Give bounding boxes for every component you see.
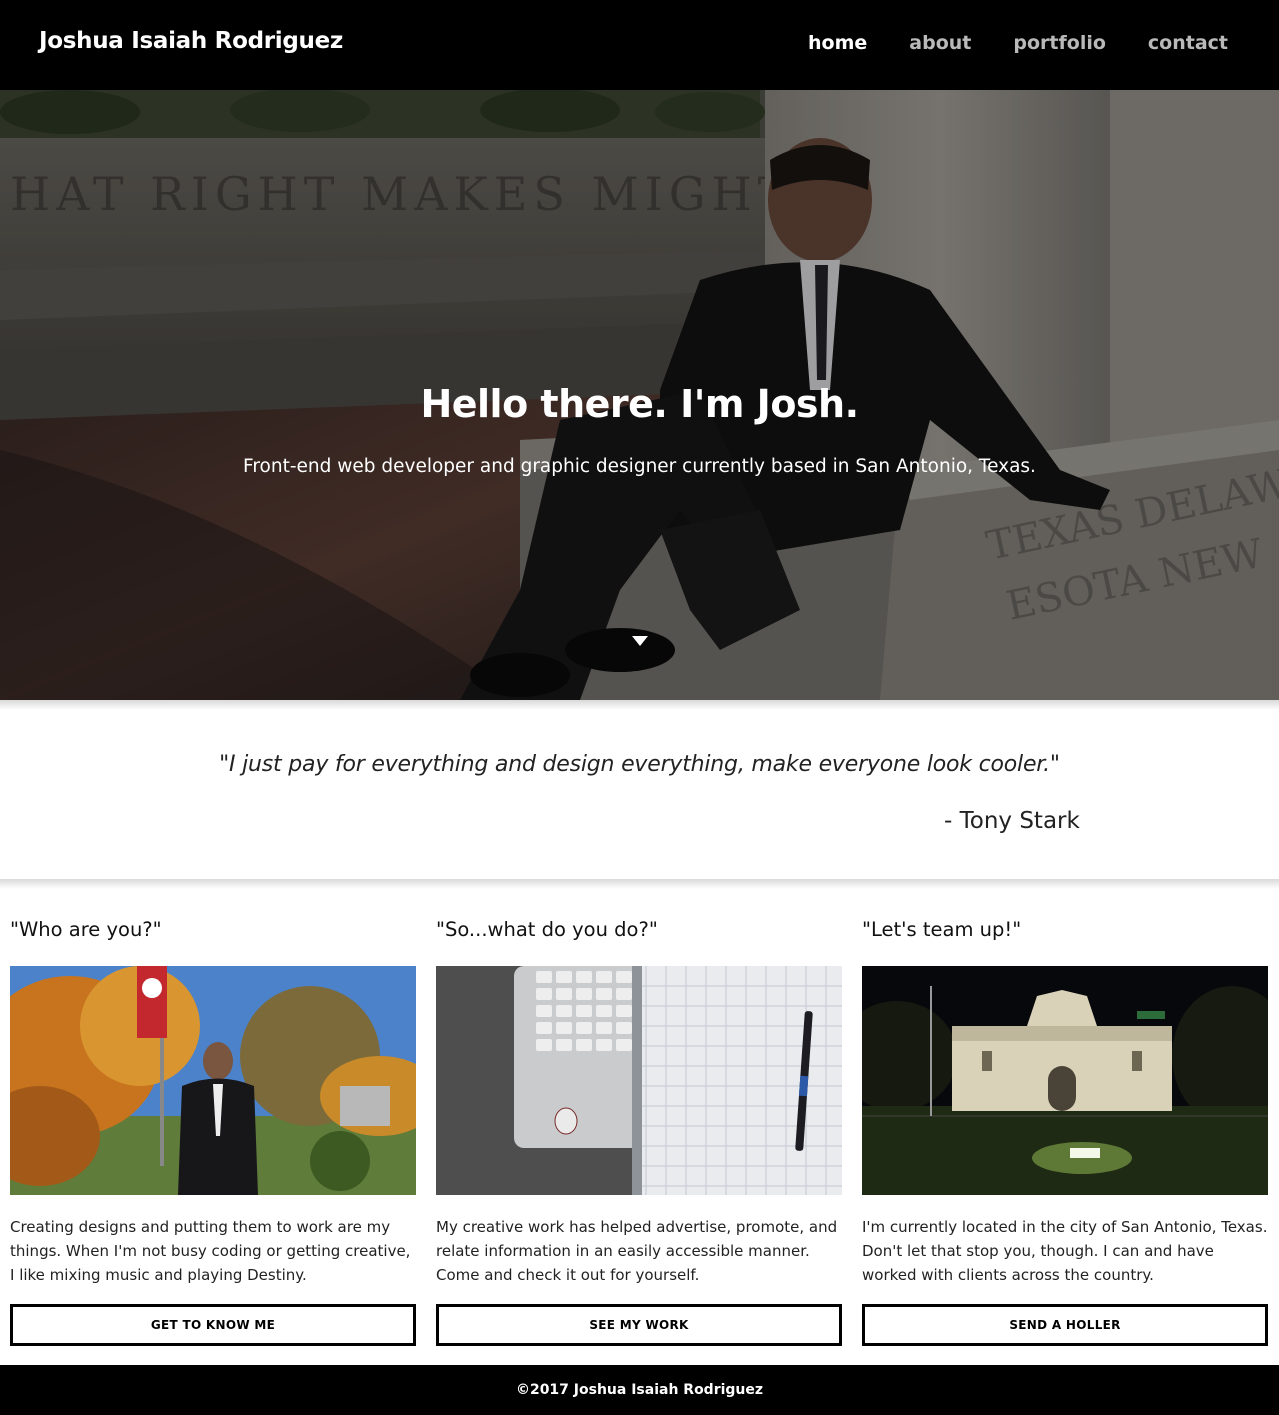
- send-a-holler-button[interactable]: SEND A HOLLER: [862, 1304, 1268, 1346]
- nav-portfolio[interactable]: portfolio: [1013, 32, 1106, 54]
- copyright-text: ©2017 Joshua Isaiah Rodriguez: [515, 1382, 764, 1398]
- column-heading: "Let's team up!": [862, 918, 1022, 941]
- get-to-know-me-button[interactable]: GET TO KNOW ME: [10, 1304, 416, 1346]
- nav-about[interactable]: about: [909, 32, 971, 54]
- scroll-down-icon[interactable]: [632, 636, 648, 646]
- site-brand[interactable]: Joshua Isaiah Rodriguez: [39, 28, 343, 54]
- site-footer: ©2017 Joshua Isaiah Rodriguez: [0, 1365, 1279, 1415]
- site-header: Joshua Isaiah Rodriguez home about portf…: [0, 0, 1279, 90]
- nav-contact[interactable]: contact: [1148, 32, 1228, 54]
- quote-text: "I just pay for everything and design ev…: [219, 752, 1060, 777]
- column-heading: "Who are you?": [10, 918, 162, 941]
- section-divider: [0, 700, 1279, 710]
- nav-home[interactable]: home: [808, 32, 867, 54]
- about-column: "Who are you?" Creating designs and putt…: [10, 918, 416, 1346]
- laptop-notebook-image: [436, 966, 842, 1195]
- hero-title: Hello there. I'm Josh.: [420, 382, 859, 426]
- section-divider: [0, 879, 1279, 889]
- see-my-work-button[interactable]: SEE MY WORK: [436, 1304, 842, 1346]
- hero-subtitle: Front-end web developer and graphic desi…: [243, 456, 1036, 477]
- alamo-night-image: [862, 966, 1268, 1195]
- campus-portrait-image: [10, 966, 416, 1195]
- hero-section: HAT RIGHT MAKES MIGHT AND TEXAS DELAW ES…: [0, 90, 1279, 700]
- column-body: Creating designs and putting them to wor…: [10, 1218, 411, 1284]
- column-body: I'm currently located in the city of San…: [862, 1218, 1268, 1284]
- work-column: "So...what do you do?" My creative work …: [436, 918, 842, 1346]
- column-body: My creative work has helped advertise, p…: [436, 1218, 838, 1284]
- quote-author: - Tony Stark: [944, 808, 1080, 834]
- contact-column: "Let's team up!" I'm currently located i…: [862, 918, 1268, 1346]
- main-nav: home about portfolio contact: [808, 32, 1228, 54]
- column-heading: "So...what do you do?": [436, 918, 658, 941]
